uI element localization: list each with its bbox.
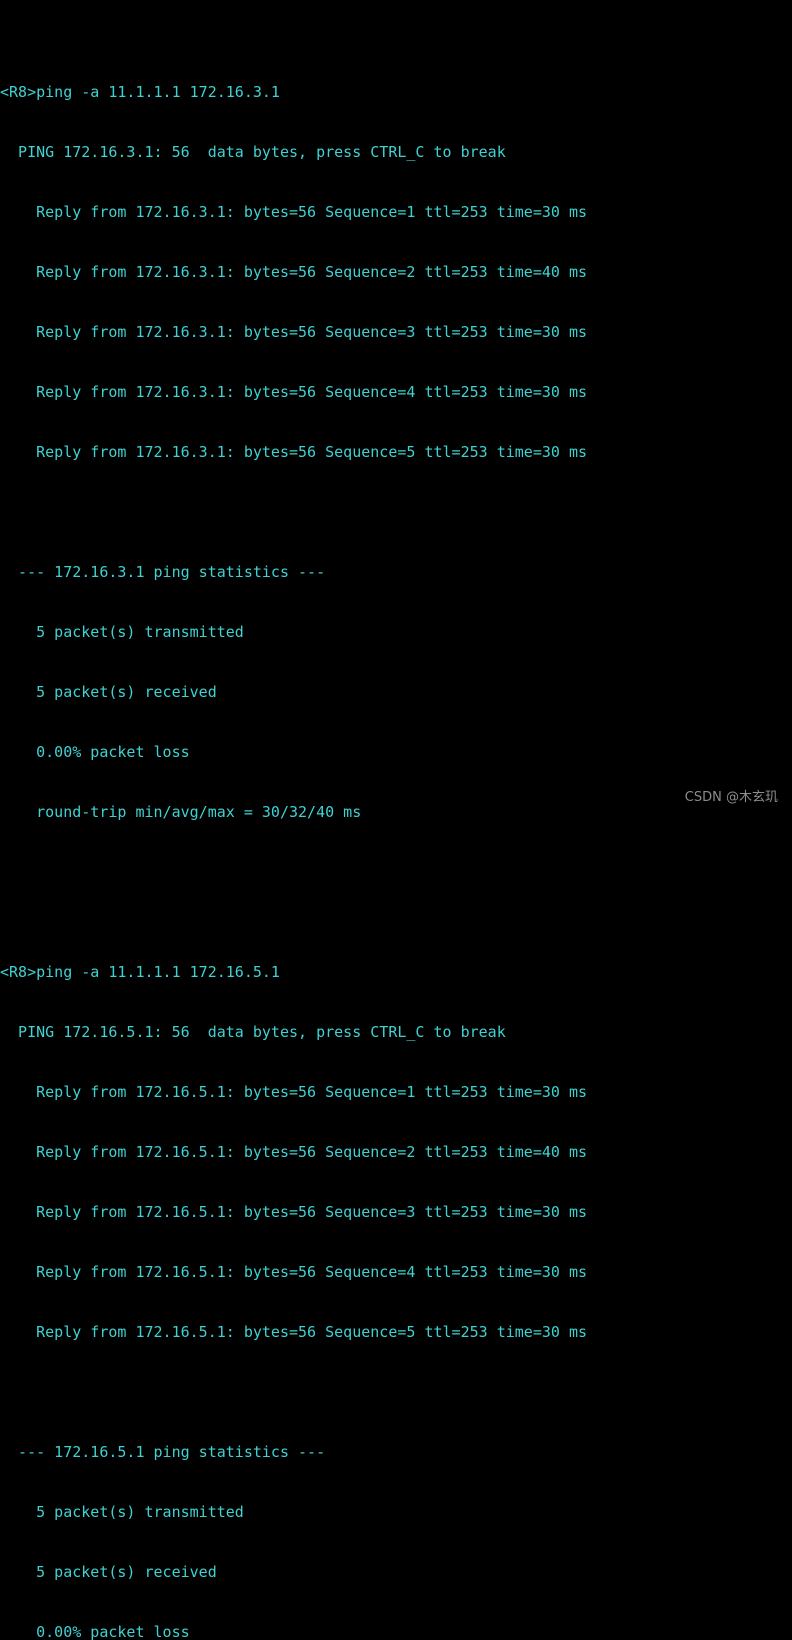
ping-reply-line: Reply from 172.16.3.1: bytes=56 Sequence… [0,383,587,401]
statistics-line: 5 packet(s) received [0,1563,217,1581]
statistics-header-line: --- 172.16.3.1 ping statistics --- [0,563,326,581]
statistics-header-line: --- 172.16.5.1 ping statistics --- [0,1443,326,1461]
terminal-window[interactable]: <R8>ping -a 11.1.1.1 172.16.3.1 PING 172… [0,0,792,1640]
ping-header-line: PING 172.16.5.1: 56 data bytes, press CT… [0,1023,506,1041]
command-line: <R8>ping -a 11.1.1.1 172.16.5.1 [0,963,280,981]
statistics-line: round-trip min/avg/max = 30/32/40 ms [0,803,362,821]
ping-header-line: PING 172.16.3.1: 56 data bytes, press CT… [0,143,506,161]
ping-reply-line: Reply from 172.16.5.1: bytes=56 Sequence… [0,1263,587,1281]
ping-reply-line: Reply from 172.16.5.1: bytes=56 Sequence… [0,1083,587,1101]
command-line: <R8>ping -a 11.1.1.1 172.16.3.1 [0,83,280,101]
statistics-line: 5 packet(s) received [0,683,217,701]
ping-reply-line: Reply from 172.16.5.1: bytes=56 Sequence… [0,1143,587,1161]
statistics-line: 0.00% packet loss [0,1623,190,1640]
ping-reply-line: Reply from 172.16.5.1: bytes=56 Sequence… [0,1203,587,1221]
ping-reply-line: Reply from 172.16.3.1: bytes=56 Sequence… [0,443,587,461]
ping-reply-line: Reply from 172.16.3.1: bytes=56 Sequence… [0,203,587,221]
ping-reply-line: Reply from 172.16.3.1: bytes=56 Sequence… [0,323,587,341]
ping-reply-line: Reply from 172.16.5.1: bytes=56 Sequence… [0,1323,587,1341]
statistics-line: 0.00% packet loss [0,743,190,761]
console-output[interactable]: <R8>ping -a 11.1.1.1 172.16.3.1 PING 172… [0,0,792,1640]
ping-reply-line: Reply from 172.16.3.1: bytes=56 Sequence… [0,263,587,281]
statistics-line: 5 packet(s) transmitted [0,1503,244,1521]
statistics-line: 5 packet(s) transmitted [0,623,244,641]
